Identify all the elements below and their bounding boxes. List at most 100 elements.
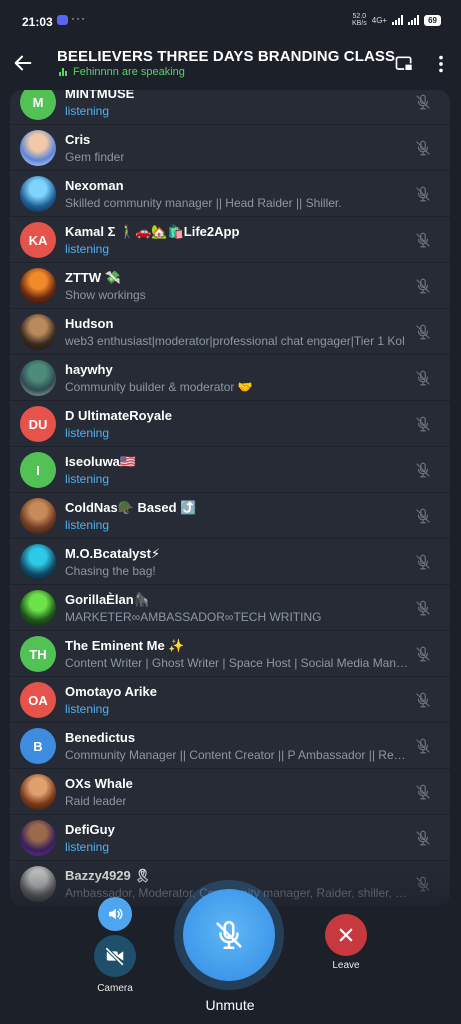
participant-row[interactable]: M.O.Bcatalyst⚡ Chasing the bag! (10, 539, 450, 585)
participant-list[interactable]: M MINTMUSE listening Cris Gem finder Nexoman S… (10, 90, 450, 906)
camera-label: Camera (97, 983, 133, 994)
participant-name: Hudson (65, 316, 114, 331)
mic-off-icon (216, 920, 242, 950)
participant-row[interactable]: OA Omotayo Arike listening (10, 677, 450, 723)
listening-status: listening (65, 426, 110, 440)
mic-muted-icon (414, 645, 432, 663)
participant-bio: Community builder & moderator 🤝 (65, 380, 253, 394)
participant-row[interactable]: GorillaÈlan🦍 MARKETER∞AMBASSADOR∞TECH WRI… (10, 585, 450, 631)
participant-row[interactable]: OXs Whale Raid leader (10, 769, 450, 815)
participant-bio: MARKETER∞AMBASSADOR∞TECH WRITING (65, 610, 322, 624)
network-speed: 52.0 KB/s (352, 13, 367, 27)
network-speed-value: 52.0 (352, 13, 367, 20)
avatar (20, 590, 56, 626)
avatar (20, 360, 56, 396)
camera-button[interactable] (94, 935, 136, 977)
participant-row[interactable]: Hudson web3 enthusiast|moderator|professi… (10, 309, 450, 355)
close-icon (339, 928, 353, 942)
speaking-text: Fehinnnn are speaking (73, 66, 185, 78)
screen-share-icon[interactable] (394, 54, 414, 74)
participant-row[interactable]: haywhy Community builder & moderator 🤝 (10, 355, 450, 401)
participant-bio: Skilled community manager || Head Raider… (65, 196, 342, 210)
participant-row[interactable]: DefiGuy listening (10, 815, 450, 861)
network-speed-unit: KB/s (351, 20, 367, 27)
participant-name: Cris (65, 132, 91, 147)
participant-row[interactable]: ColdNas🪖 Based ⤴️ listening (10, 493, 450, 539)
participant-name: OXs Whale (65, 776, 133, 791)
participant-row[interactable]: Nexoman Skilled community manager || Head… (10, 171, 450, 217)
speaker-button[interactable] (98, 897, 132, 931)
signal-icon-2 (408, 15, 420, 25)
mic-muted-icon (414, 461, 432, 479)
participant-bio: Show workings (65, 288, 146, 302)
leave-label: Leave (332, 960, 360, 971)
mic-muted-icon (414, 783, 432, 801)
avatar: B (20, 728, 56, 764)
participant-bio: Community Manager || Content Creator || … (65, 748, 410, 762)
mic-muted-icon (414, 829, 432, 847)
participant-row[interactable]: KA Kamal Σ 🚶‍♂️🚗🏡🛍️Life2App listening (10, 217, 450, 263)
participant-name: haywhy (65, 362, 113, 377)
mic-muted-icon (414, 93, 432, 111)
participant-row[interactable]: B Benedictus Community Manager || Content … (10, 723, 450, 769)
voice-chat-header: BEELIEVERS THREE DAYS BRANDING CLASS Feh… (0, 40, 461, 90)
mic-muted-icon (414, 185, 432, 203)
participant-row[interactable]: M MINTMUSE listening (10, 90, 450, 125)
listening-status: listening (65, 518, 110, 532)
speaking-wave-icon (59, 68, 67, 76)
avatar (20, 314, 56, 350)
participant-bio: Raid leader (65, 794, 127, 808)
participant-bio: web3 enthusiast|moderator|professional c… (65, 334, 405, 348)
unmute-button[interactable] (183, 889, 275, 981)
leave-button[interactable] (325, 914, 367, 956)
avatar: I (20, 452, 56, 488)
listening-status: listening (65, 242, 110, 256)
unmute-label: Unmute (205, 997, 255, 1013)
participant-row[interactable]: I Iseoluwa🇺🇸 listening (10, 447, 450, 493)
chat-title: BEELIEVERS THREE DAYS BRANDING CLASS (57, 48, 396, 65)
listening-status: listening (65, 472, 110, 486)
participant-bio: Content Writer | Ghost Writer | Space Ho… (65, 656, 410, 670)
listening-status: listening (65, 840, 110, 854)
avatar (20, 268, 56, 304)
avatar: OA (20, 682, 56, 718)
participant-name: The Eminent Me ✨ (65, 638, 185, 653)
mic-muted-icon (414, 369, 432, 387)
participant-name: M.O.Bcatalyst⚡ (65, 546, 161, 561)
mic-muted-icon (414, 553, 432, 571)
mic-muted-icon (414, 599, 432, 617)
participant-row[interactable]: TH The Eminent Me ✨ Content Writer | Ghost… (10, 631, 450, 677)
participant-row[interactable]: ZTTW 💸 Show workings (10, 263, 450, 309)
avatar (20, 498, 56, 534)
participant-row[interactable]: Cris Gem finder (10, 125, 450, 171)
speaking-status: Fehinnnn are speaking (59, 66, 185, 78)
mic-muted-icon (414, 691, 432, 709)
mic-muted-icon (414, 507, 432, 525)
participant-name: Omotayo Arike (65, 684, 157, 699)
avatar (20, 820, 56, 856)
listening-status: listening (65, 104, 110, 118)
camera-off-icon (105, 947, 124, 966)
participant-name: ZTTW 💸 (65, 270, 121, 285)
battery-icon: 69 (424, 14, 441, 26)
mic-muted-icon (414, 139, 432, 157)
mic-muted-icon (414, 323, 432, 341)
participant-row[interactable]: DU D UltimateRoyale listening (10, 401, 450, 447)
listening-status: listening (65, 702, 110, 716)
participant-bio: Chasing the bag! (65, 564, 156, 578)
status-indicators: 52.0 KB/s 4G+ 69 (352, 13, 441, 27)
mic-muted-icon (414, 231, 432, 249)
discord-icon (57, 15, 68, 25)
more-options-icon[interactable] (431, 53, 451, 75)
participant-name: MINTMUSE (65, 90, 135, 101)
participant-bio: Gem finder (65, 150, 125, 164)
mic-muted-icon (414, 737, 432, 755)
status-bar: 21:03 ··· 52.0 KB/s 4G+ 69 (0, 0, 461, 38)
more-notifications-icon: ··· (71, 11, 86, 25)
participant-name: Benedictus (65, 730, 136, 745)
back-arrow-icon[interactable] (12, 52, 34, 74)
participant-name: DefiGuy (65, 822, 115, 837)
avatar: TH (20, 636, 56, 672)
participant-name: Nexoman (65, 178, 124, 193)
avatar (20, 544, 56, 580)
